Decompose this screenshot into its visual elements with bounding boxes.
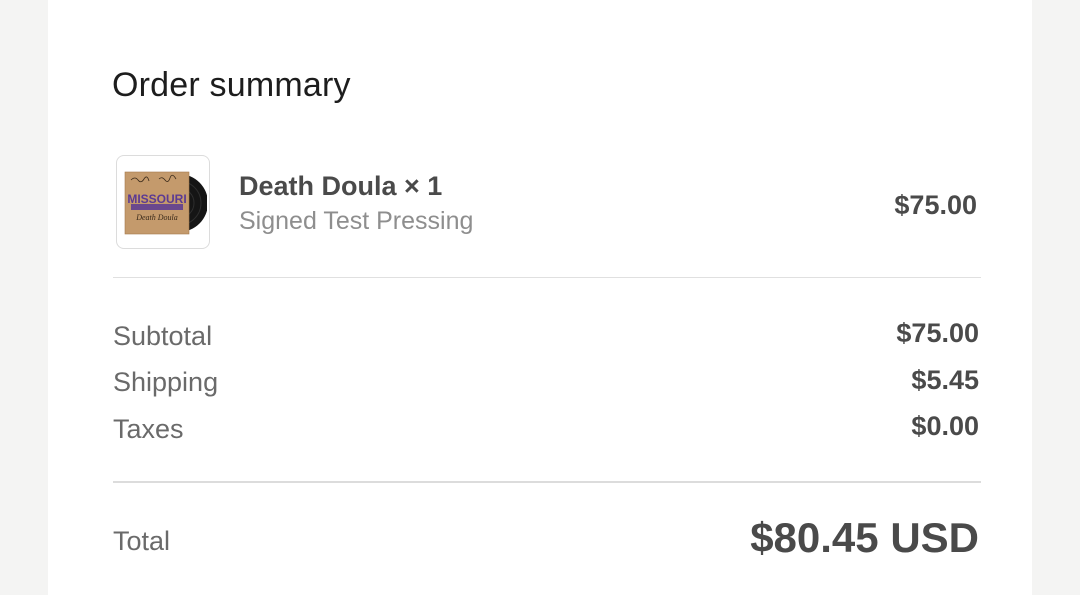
line-item-name: Death Doula × 1 [239,171,443,201]
shipping-label: Shipping [113,367,219,397]
subtotal-label: Subtotal [113,321,213,351]
album-cover-image: MISSOURI Death Doula [124,171,207,235]
subtotal-value: $75.00 [896,318,979,348]
album-title-text: Death Doula [135,213,178,222]
total-label: Total [113,526,171,556]
shipping-value: $5.45 [911,365,979,395]
product-thumbnail: MISSOURI Death Doula [116,155,210,249]
divider [113,277,981,278]
order-summary-card: Order summary MISSOURI Death Doula Death… [48,0,1032,595]
taxes-value: $0.00 [911,411,979,441]
taxes-label: Taxes [113,414,184,444]
album-band-text: MISSOURI [127,192,186,206]
divider [113,481,981,483]
total-value: $80.45 USD [750,514,979,561]
line-item-price: $75.00 [894,190,977,220]
order-summary-title: Order summary [112,66,351,104]
line-item-variant: Signed Test Pressing [239,207,474,235]
